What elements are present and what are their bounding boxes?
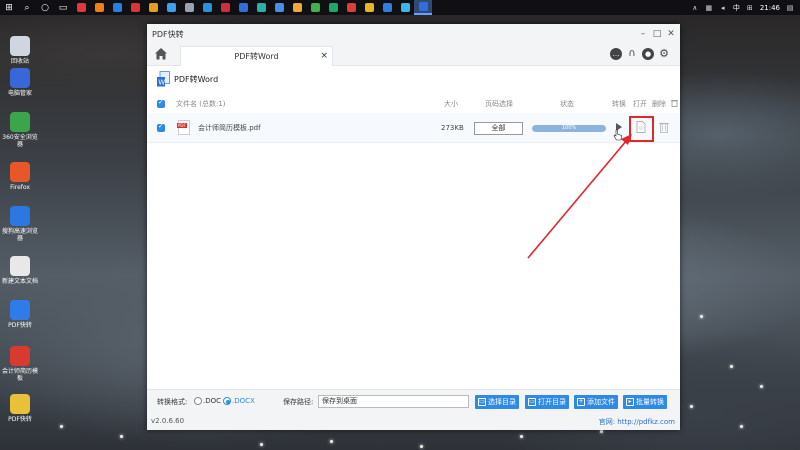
annotation-arrow bbox=[527, 134, 632, 259]
